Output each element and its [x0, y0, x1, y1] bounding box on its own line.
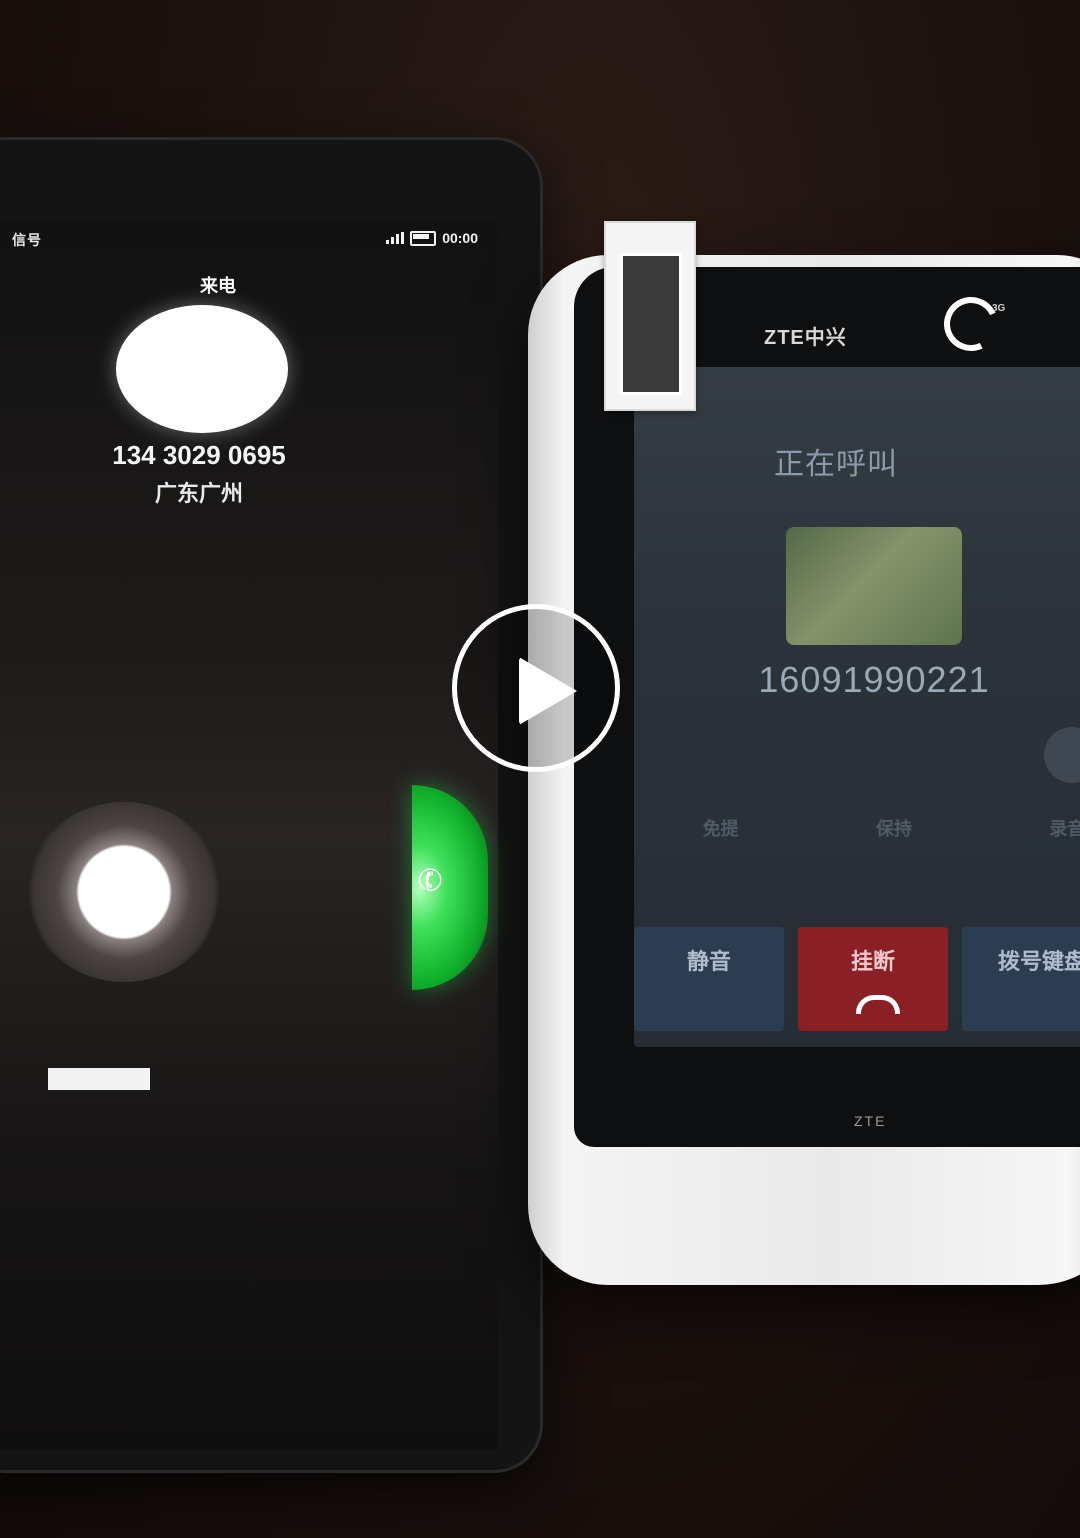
caller-avatar: [116, 305, 288, 433]
speaker-option[interactable]: 免提: [703, 815, 739, 841]
hang-up-label: 挂断: [850, 949, 895, 974]
status-bar-left: 信号: [12, 232, 42, 248]
mute-label: 静音: [686, 949, 731, 974]
video-frame: 信号 00:00 来电 134 3029 0695 广东广州 ✆ 提醒我 ZTE…: [0, 0, 1080, 1538]
protective-film-sticker: [604, 221, 696, 411]
signal-icon: [386, 232, 405, 244]
status-time: 00:00: [442, 230, 478, 246]
network-badge: 3G: [992, 303, 1006, 314]
right-phone: ZTE中兴 3G 正在呼叫 16091990221 免提 保持 录音 静音 挂断…: [528, 221, 1080, 1285]
incoming-call-label: 来电: [200, 276, 236, 296]
phone-icon: ✆: [413, 861, 449, 901]
caller-location: 广东广州: [154, 481, 243, 506]
outgoing-call-screen: 正在呼叫 16091990221 免提 保持 录音 静音 挂断 拨号键盘: [634, 367, 1080, 1047]
sticker-label: [620, 253, 682, 395]
call-status-title: 正在呼叫: [774, 448, 898, 481]
dialed-number: 16091990221: [758, 659, 990, 700]
handset-icon: [856, 995, 900, 1014]
mute-button[interactable]: 静音: [634, 927, 784, 1031]
status-bar-right: 00:00: [386, 230, 478, 246]
incoming-call-screen: 信号 00:00 来电 134 3029 0695 广东广州 ✆ 提醒我: [0, 220, 498, 1450]
slide-handle-button[interactable]: [26, 802, 222, 982]
hold-option[interactable]: 保持: [876, 815, 912, 841]
record-option[interactable]: 录音: [1049, 815, 1080, 841]
call-actions-row: 静音 挂断 拨号键盘: [634, 927, 1080, 1031]
left-phone: 信号 00:00 来电 134 3029 0695 广东广州 ✆ 提醒我: [0, 140, 540, 1470]
video-play-button[interactable]: [452, 604, 620, 772]
bottom-brand-label: ZTE: [854, 1113, 887, 1129]
play-icon: [519, 657, 577, 725]
contact-photo: [786, 527, 962, 645]
battery-icon: [410, 230, 437, 246]
caller-number: 134 3029 0695: [112, 440, 286, 470]
answer-call-button[interactable]: ✆: [412, 785, 488, 990]
operator-logo-icon: [936, 289, 1006, 359]
keypad-label: 拨号键盘: [997, 949, 1080, 974]
record-toggle-button[interactable]: [1044, 727, 1080, 783]
phone-brand-logo: ZTE中兴: [764, 327, 847, 349]
call-options-row: 免提 保持 录音: [634, 815, 1080, 841]
keypad-button[interactable]: 拨号键盘: [962, 927, 1080, 1031]
remind-me-button[interactable]: 提醒我: [48, 1068, 150, 1090]
hang-up-button[interactable]: 挂断: [798, 927, 948, 1031]
